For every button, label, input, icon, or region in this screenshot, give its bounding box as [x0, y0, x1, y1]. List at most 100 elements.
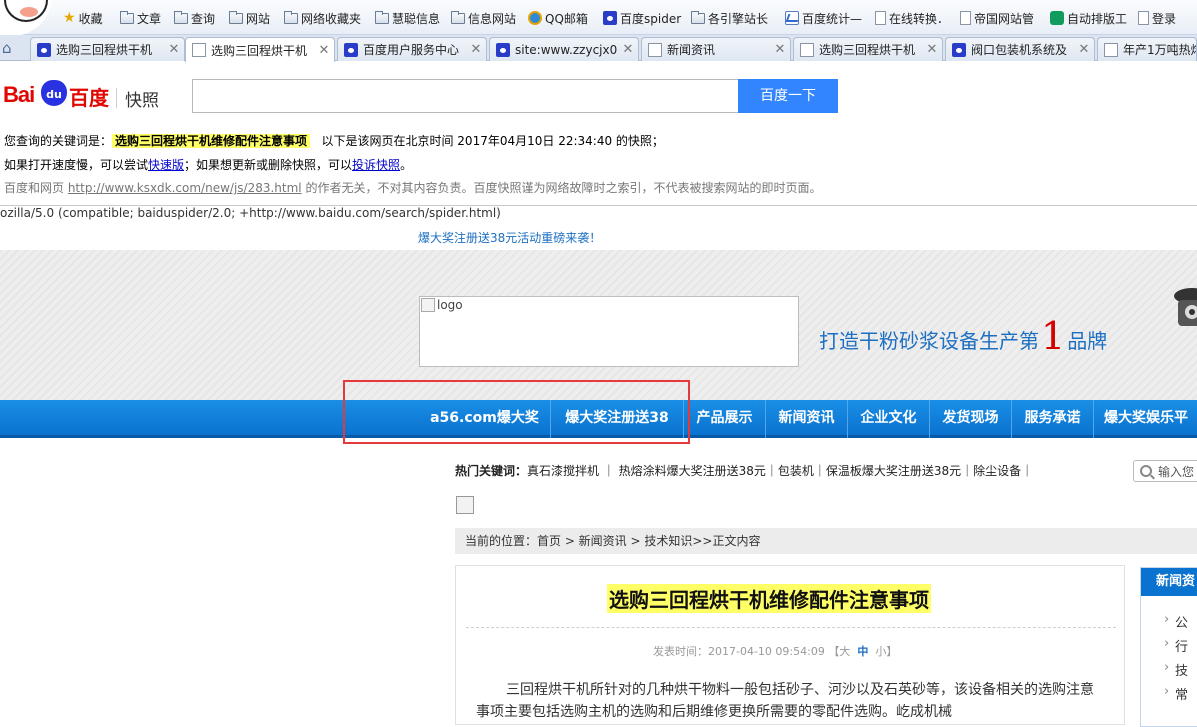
nav-item-products[interactable]: 产品展示 [684, 400, 766, 438]
tab-5[interactable]: 选购三回程烘干机 ✕ [793, 37, 943, 61]
bookmark-folder-webmasters[interactable]: 各引擎站长 [691, 9, 768, 27]
tab-6[interactable]: 阀口包装机系统及 ✕ [945, 37, 1095, 61]
snapshot-time-text: 以下是该网页在北京时间 2017年04月10日 22:34:40 的快照； [321, 134, 664, 148]
bookmark-auto-layout[interactable]: 自动排版工 [1050, 9, 1127, 27]
close-icon[interactable]: ✕ [772, 42, 788, 57]
broken-image-icon [456, 496, 474, 514]
tab-label: 年产1万吨热熔 [1123, 43, 1196, 57]
bookmark-folder-articles[interactable]: 文章 [120, 9, 161, 27]
close-icon[interactable]: ✕ [468, 42, 484, 57]
star-icon: ★ [63, 10, 76, 26]
baidu-search-button[interactable]: 百度一下 [738, 79, 838, 113]
sidebar-title: 新闻资 [1141, 568, 1197, 596]
keyword-prefix: 您查询的关键词是： [4, 134, 113, 148]
folder-icon [229, 10, 243, 24]
publish-time: 发表时间：2017-04-10 09:54:09 【 [653, 645, 840, 658]
chart-icon [785, 11, 799, 25]
folder-icon [451, 10, 465, 24]
font-size-medium[interactable]: 中 [857, 645, 868, 658]
slogan-text: 打造干粉砂浆设备生产第 [819, 329, 1039, 353]
close-icon[interactable]: ✕ [316, 43, 332, 58]
nav-item-entertainment[interactable]: 爆大奖娱乐平 [1094, 400, 1197, 438]
sidebar-item[interactable]: 行 [1164, 636, 1188, 655]
folder-icon [284, 10, 298, 24]
complain-snapshot-link[interactable]: 投诉快照 [352, 158, 400, 172]
bookmark-baidu-stats[interactable]: 百度统计— [785, 9, 862, 27]
meta-bracket: 】 [886, 645, 898, 658]
nav-item-culture[interactable]: 企业文化 [848, 400, 930, 438]
user-avatar[interactable] [0, 0, 52, 36]
qq-icon [528, 11, 542, 25]
tab-2[interactable]: 百度用户服务中心 ✕ [337, 37, 487, 61]
bookmark-empire-cms[interactable]: 帝国网站管 [960, 9, 1034, 27]
annotation-highlight-box [343, 380, 690, 444]
font-size-small[interactable]: 小 [875, 645, 886, 658]
tab-label: 新闻资讯 [667, 43, 716, 57]
bookmark-folder-hc-info[interactable]: 慧聪信息 [375, 9, 440, 27]
nav-item-shipping[interactable]: 发货现场 [930, 400, 1012, 438]
tab-0[interactable]: 选购三回程烘干机 ✕ [30, 37, 185, 61]
query-keyword: 选购三回程烘干机维修配件注意事项 [112, 134, 311, 148]
tab-label: 选购三回程烘干机 [56, 43, 153, 57]
tab-3[interactable]: site:www.zzycjx0 ✕ [489, 37, 639, 61]
folder-icon [174, 10, 188, 24]
bookmark-label: 登录 [1152, 11, 1177, 26]
tab-7[interactable]: 年产1万吨热熔 [1097, 37, 1197, 61]
disclaimer-text: 的作者无关，不对其内容负责。百度快照谨为网络故障时之索引，不代表被搜索网站的即时… [301, 181, 822, 195]
logo-text-snapshot: 快照 [125, 91, 159, 111]
avatar-cheek-shape [20, 7, 38, 17]
font-size-large[interactable]: 大 [839, 645, 850, 658]
page-icon [875, 11, 886, 25]
home-icon[interactable]: ⌂ [2, 40, 20, 56]
nav-item-news[interactable]: 新闻资讯 [766, 400, 848, 438]
tab-1-active[interactable]: 选购三回程烘干机 ✕ [185, 37, 335, 62]
bookmark-baidu-spider[interactable]: 百度spider [603, 9, 681, 27]
close-icon[interactable]: ✕ [1076, 42, 1092, 57]
fast-version-link[interactable]: 快速版 [148, 158, 184, 172]
bookmark-label: 在线转换． [889, 11, 950, 26]
bookmarks-bar: ★ 收藏 文章 查询 网站 网络收藏夹 慧聪信息 信息网站 QQ邮箱 百度spid… [0, 0, 1197, 36]
close-icon[interactable]: ✕ [620, 42, 636, 57]
article-title: 选购三回程烘干机维修配件注意事项 [607, 584, 931, 613]
page-icon [192, 43, 206, 57]
tab-4[interactable]: 新闻资讯 ✕ [641, 37, 791, 61]
news-sidebar: 新闻资 公 行 技 常 [1140, 567, 1197, 727]
baidu-paw-icon [496, 42, 510, 57]
site-logo-image[interactable]: logo [419, 296, 799, 367]
hot-keywords-label: 热门关键词： [455, 464, 528, 478]
page-icon [1104, 42, 1118, 57]
green-icon [1050, 11, 1064, 25]
bookmark-folder-net-favorites[interactable]: 网络收藏夹 [284, 9, 361, 27]
breadcrumb: 当前的位置：首页 > 新闻资讯 > 技术知识>>正文内容 [455, 528, 1197, 554]
bookmark-online-convert[interactable]: 在线转换． [875, 9, 949, 27]
snapshot-search-input[interactable] [192, 79, 739, 113]
bookmark-favorites[interactable]: ★ 收藏 [63, 9, 103, 27]
tab-label: 阀口包装机系统及 [971, 43, 1068, 57]
bookmark-folder-query[interactable]: 查询 [174, 9, 215, 27]
sidebar-item[interactable]: 公 [1164, 612, 1188, 631]
original-page-link[interactable]: http://www.ksxdk.com/new/js/283.html [68, 181, 302, 195]
sidebar-item[interactable]: 技 [1164, 660, 1188, 679]
promo-text[interactable]: 爆大奖注册送38元活动重磅来袭！ [418, 229, 601, 246]
disclaimer-text: 百度和网页 [4, 181, 68, 195]
close-icon[interactable]: ✕ [924, 42, 940, 57]
bookmark-label: 慧聪信息 [392, 11, 441, 26]
broken-image: logo [421, 298, 463, 312]
bookmark-folder-sites[interactable]: 网站 [229, 9, 270, 27]
site-search-input[interactable]: 输入您 [1133, 460, 1197, 482]
baidu-paw-icon [952, 42, 966, 57]
bookmark-qq-mail[interactable]: QQ邮箱 [528, 9, 588, 27]
bookmark-folder-info-sites[interactable]: 信息网站 [451, 9, 516, 27]
close-icon[interactable]: ✕ [166, 42, 182, 57]
snapshot-help-line: 如果打开速度慢，可以尝试快速版；如果想更新或删除快照，可以投诉快照。 [4, 156, 412, 173]
baidu-logo[interactable]: Bai du 百度 快照 [3, 76, 163, 116]
bookmark-login[interactable]: 登录 [1138, 9, 1176, 27]
bookmark-label: 收藏 [78, 11, 103, 26]
sidebar-item[interactable]: 常 [1164, 684, 1188, 703]
search-icon [1140, 465, 1152, 477]
help-text: 。 [400, 158, 413, 172]
nav-item-service[interactable]: 服务承诺 [1012, 400, 1094, 438]
snapshot-keyword-line: 您查询的关键词是： 选购三回程烘干机维修配件注意事项 以下是该网页在北京时间 20… [4, 132, 664, 149]
user-agent-text: ozilla/5.0 (compatible; baiduspider/2.0;… [0, 206, 501, 220]
hot-keywords-list[interactable]: 真石漆搅拌机 ｜ 热熔涂料爆大奖注册送38元｜包装机｜保温板爆大奖注册送38元｜… [527, 464, 1033, 478]
